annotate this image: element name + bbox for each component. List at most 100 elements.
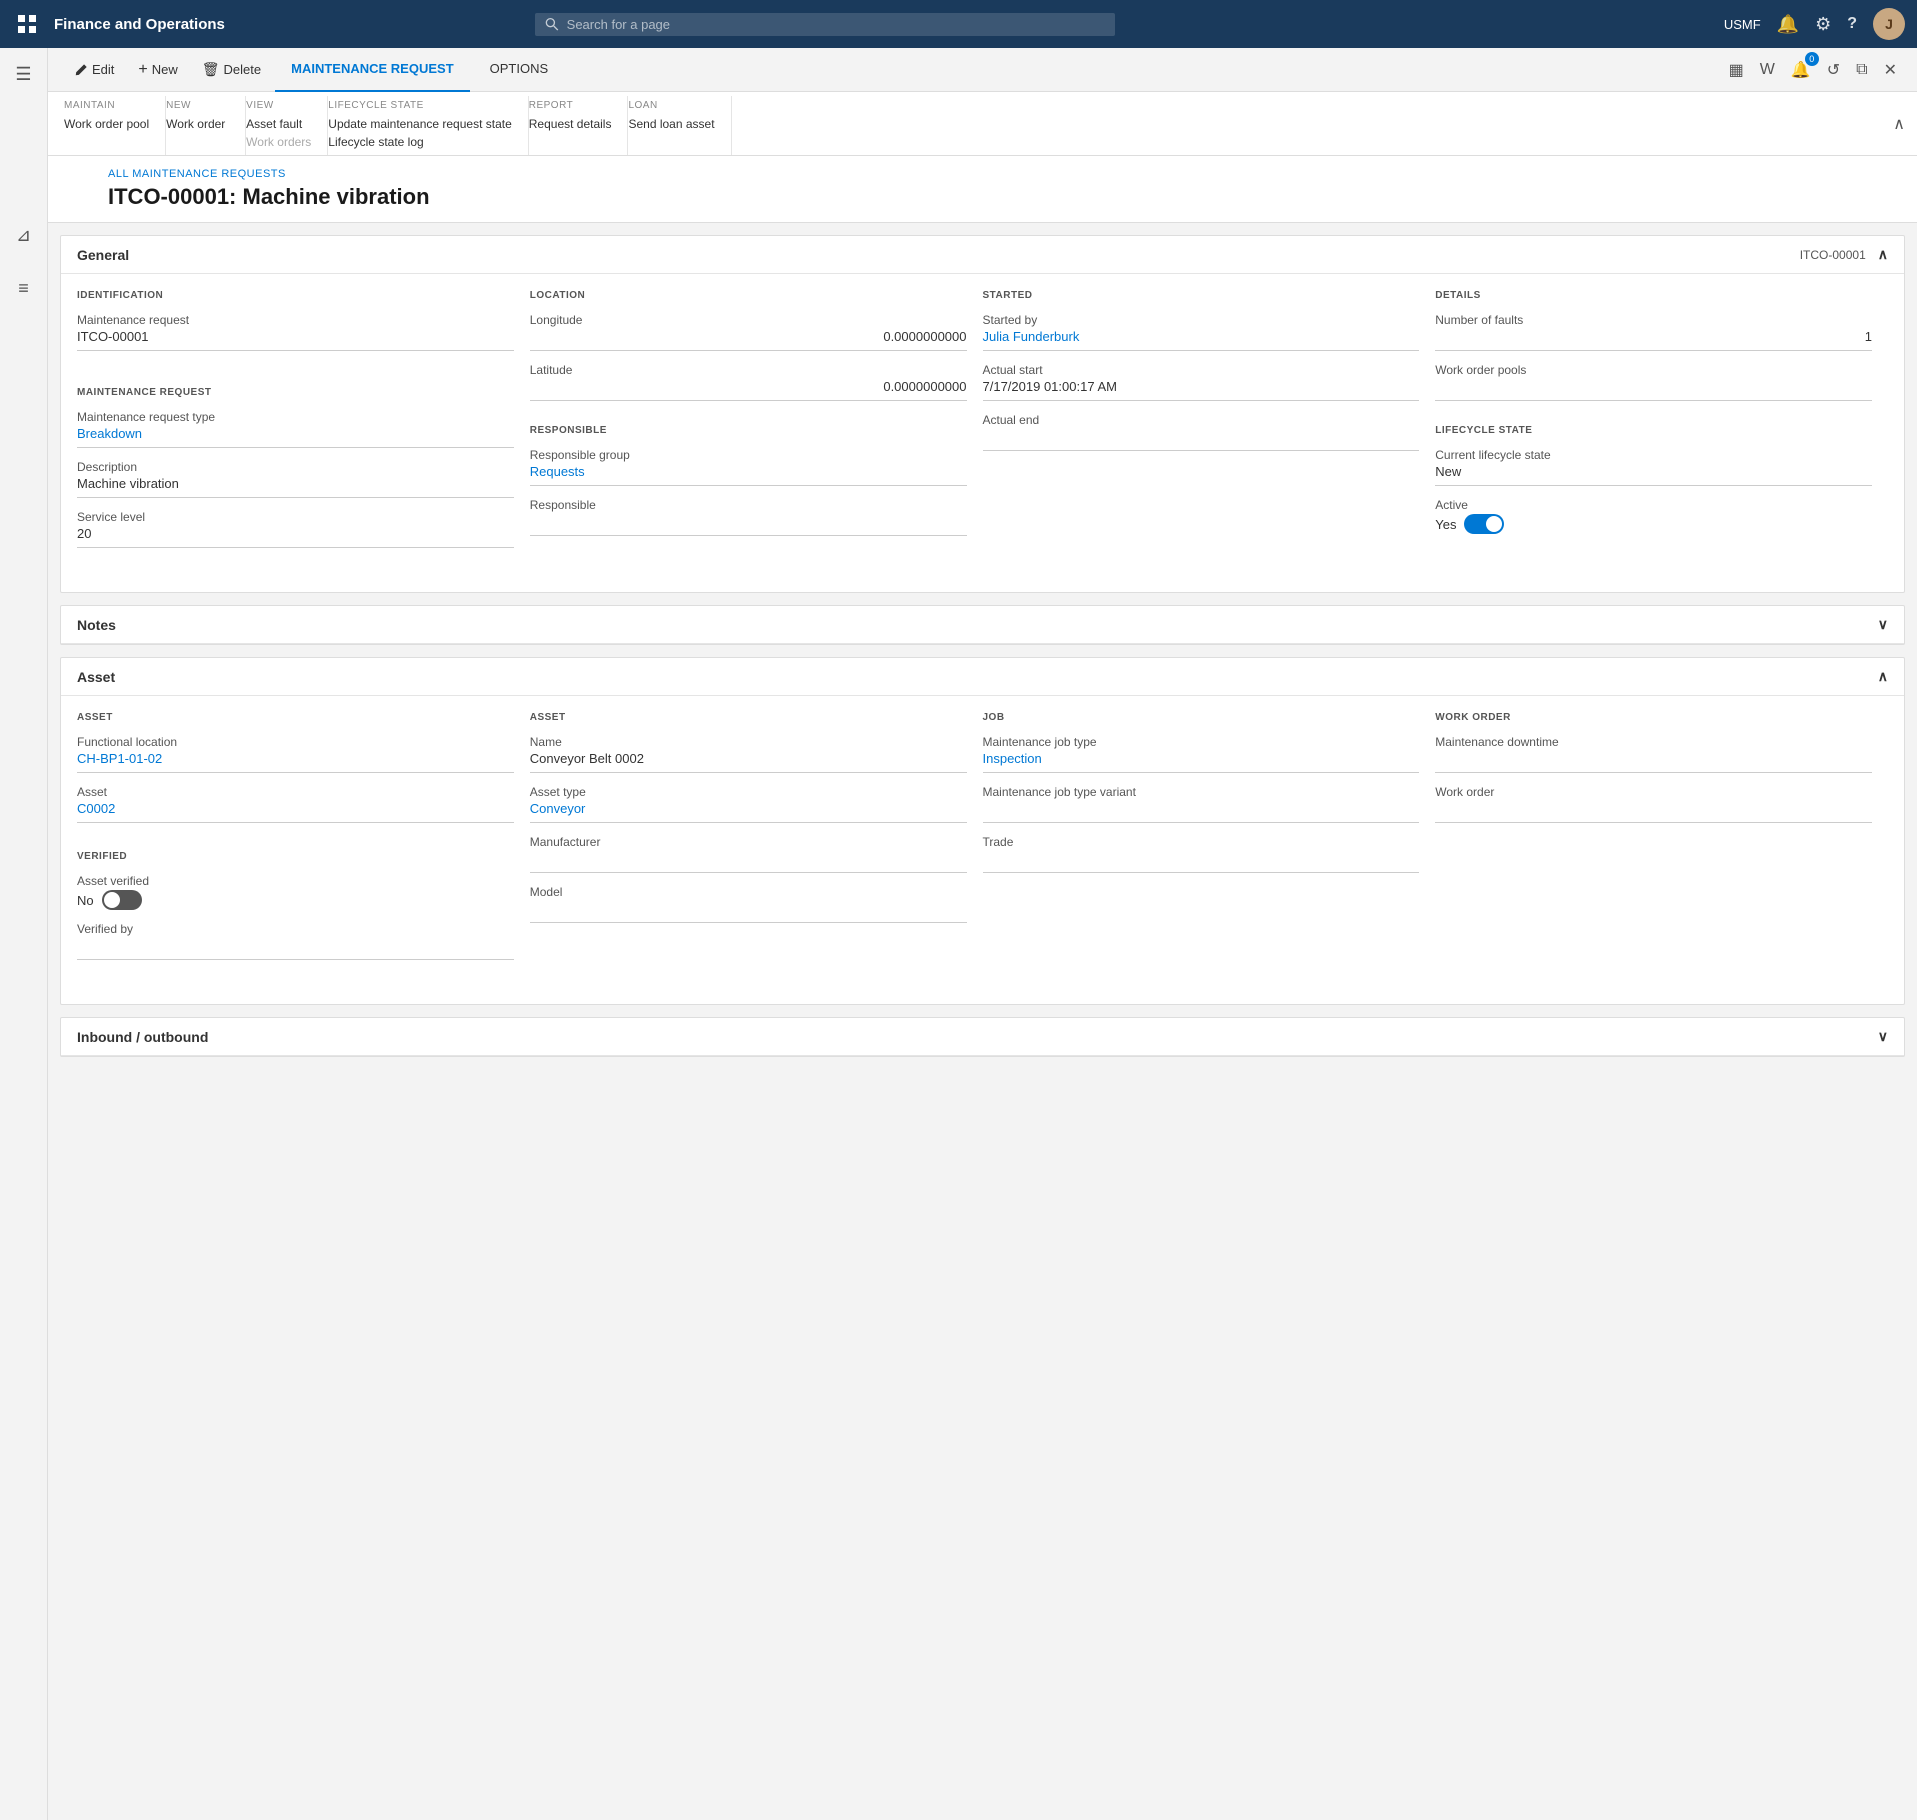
notes-section-label: Notes bbox=[77, 617, 116, 633]
model-value bbox=[530, 901, 967, 923]
responsible-group-field: Responsible group Requests bbox=[530, 448, 967, 486]
ribbon-report-label: REPORT bbox=[529, 100, 612, 111]
ribbon-group-lifecycle: LIFECYCLE STATE Update maintenance reque… bbox=[328, 96, 528, 155]
office-icon-btn[interactable]: W bbox=[1756, 57, 1779, 83]
ribbon-new-label: NEW bbox=[166, 100, 229, 111]
settings-icon[interactable]: ⚙ bbox=[1815, 14, 1831, 35]
responsible-label: Responsible bbox=[530, 498, 967, 512]
edit-button[interactable]: Edit bbox=[64, 56, 124, 83]
tab-maintenance-request[interactable]: MAINTENANCE REQUEST bbox=[275, 48, 470, 92]
ribbon-work-order[interactable]: Work order bbox=[166, 115, 229, 133]
notification-badge-btn[interactable]: 🔔 0 bbox=[1787, 56, 1815, 84]
ribbon-send-loan[interactable]: Send loan asset bbox=[628, 115, 714, 133]
asset-fields-row: ASSET Functional location CH-BP1-01-02 A… bbox=[77, 712, 1888, 988]
views-icon-btn[interactable]: ▦ bbox=[1725, 56, 1748, 84]
asset-id-value[interactable]: C0002 bbox=[77, 801, 514, 823]
notes-section: Notes ∨ bbox=[60, 605, 1905, 645]
actual-end-field: Actual end bbox=[983, 413, 1420, 451]
functional-location-field: Functional location CH-BP1-01-02 bbox=[77, 735, 514, 773]
service-level-value: 20 bbox=[77, 526, 514, 548]
toolbar: Edit + New 🗑 Delete MAINTENANCE REQUEST … bbox=[48, 48, 1917, 92]
num-faults-value: 1 bbox=[1435, 329, 1872, 351]
responsible-group-label: RESPONSIBLE bbox=[530, 425, 967, 436]
main-content: Edit + New 🗑 Delete MAINTENANCE REQUEST … bbox=[48, 48, 1917, 1057]
started-by-field: Started by Julia Funderburk bbox=[983, 313, 1420, 351]
notes-section-header[interactable]: Notes ∨ bbox=[61, 606, 1904, 644]
maintenance-request-tab-label: MAINTENANCE REQUEST bbox=[291, 61, 454, 76]
refresh-btn[interactable]: ↺ bbox=[1823, 56, 1844, 84]
sidebar-menu-icon[interactable]: ☰ bbox=[7, 56, 39, 93]
ribbon-group-loan: LOAN Send loan asset bbox=[628, 96, 731, 155]
breadcrumb[interactable]: ALL MAINTENANCE REQUESTS bbox=[108, 168, 1857, 180]
sidebar-filter-icon[interactable]: ⊿ bbox=[8, 217, 39, 254]
longitude-label: Longitude bbox=[530, 313, 967, 327]
close-btn[interactable]: ✕ bbox=[1880, 56, 1901, 84]
inbound-section-header[interactable]: Inbound / outbound ∨ bbox=[61, 1018, 1904, 1056]
help-icon[interactable]: ? bbox=[1847, 15, 1857, 33]
inbound-section-label: Inbound / outbound bbox=[77, 1029, 208, 1045]
top-nav-bar: Finance and Operations USMF 🔔 ⚙ ? J bbox=[0, 0, 1917, 48]
new-button[interactable]: + New bbox=[128, 56, 187, 84]
asset-type-label: Asset type bbox=[530, 785, 967, 799]
work-order-label: Work order bbox=[1435, 785, 1872, 799]
asset-section-header[interactable]: Asset ∧ bbox=[61, 658, 1904, 696]
page-title: ITCO-00001: Machine vibration bbox=[108, 184, 1857, 210]
model-label: Model bbox=[530, 885, 967, 899]
job-group-label: JOB bbox=[983, 712, 1420, 723]
ribbon-loan-label: LOAN bbox=[628, 100, 714, 111]
description-field: Description Machine vibration bbox=[77, 460, 514, 498]
ribbon-request-details[interactable]: Request details bbox=[529, 115, 612, 133]
general-section-header[interactable]: General ITCO-00001 ∧ bbox=[61, 236, 1904, 274]
delete-button[interactable]: 🗑 Delete bbox=[192, 55, 271, 84]
app-grid-icon[interactable] bbox=[12, 9, 42, 39]
actual-start-value: 7/17/2019 01:00:17 AM bbox=[983, 379, 1420, 401]
functional-location-label: Functional location bbox=[77, 735, 514, 749]
location-label: LOCATION bbox=[530, 290, 967, 301]
ribbon-view-label: VIEW bbox=[246, 100, 311, 111]
longitude-field: Longitude 0.0000000000 bbox=[530, 313, 967, 351]
asset-left-label: ASSET bbox=[77, 712, 514, 723]
search-bar[interactable] bbox=[535, 13, 1115, 36]
asset-type-value[interactable]: Conveyor bbox=[530, 801, 967, 823]
asset-verified-label: Asset verified bbox=[77, 874, 514, 888]
ribbon-work-orders[interactable]: Work orders bbox=[246, 133, 311, 151]
ribbon-asset-fault[interactable]: Asset fault bbox=[246, 115, 311, 133]
options-tab-label: OPTIONS bbox=[490, 61, 549, 76]
asset-verified-toggle[interactable] bbox=[102, 890, 142, 910]
actual-start-field: Actual start 7/17/2019 01:00:17 AM bbox=[983, 363, 1420, 401]
maintenance-job-type-field: Maintenance job type Inspection bbox=[983, 735, 1420, 773]
work-order-pools-field: Work order pools bbox=[1435, 363, 1872, 401]
request-type-value[interactable]: Breakdown bbox=[77, 426, 514, 448]
maintenance-job-type-value[interactable]: Inspection bbox=[983, 751, 1420, 773]
search-input[interactable] bbox=[567, 17, 1106, 32]
manufacturer-label: Manufacturer bbox=[530, 835, 967, 849]
active-toggle-text: Yes bbox=[1435, 517, 1456, 532]
manufacturer-value bbox=[530, 851, 967, 873]
notifications-icon[interactable]: 🔔 bbox=[1777, 14, 1799, 35]
ribbon-group-view: VIEW Asset fault Work orders bbox=[246, 96, 328, 155]
started-by-value[interactable]: Julia Funderburk bbox=[983, 329, 1420, 351]
maintenance-downtime-field: Maintenance downtime bbox=[1435, 735, 1872, 773]
general-section-label: General bbox=[77, 247, 129, 263]
avatar[interactable]: J bbox=[1873, 8, 1905, 40]
asset-verified-toggle-container: No bbox=[77, 890, 514, 910]
responsible-group-value[interactable]: Requests bbox=[530, 464, 967, 486]
maintenance-request-value: ITCO-00001 bbox=[77, 329, 514, 351]
ribbon-lifecycle-log[interactable]: Lifecycle state log bbox=[328, 133, 511, 151]
sidebar-list-icon[interactable]: ≡ bbox=[10, 270, 37, 307]
ribbon-work-order-pool[interactable]: Work order pool bbox=[64, 115, 149, 133]
tab-options[interactable]: OPTIONS bbox=[474, 48, 565, 92]
work-order-pools-value bbox=[1435, 379, 1872, 401]
ribbon-collapse-btn[interactable]: ∧ bbox=[1893, 114, 1905, 134]
popout-btn[interactable]: ⧉ bbox=[1852, 57, 1871, 83]
toolbar-right: ▦ W 🔔 0 ↺ ⧉ ✕ bbox=[1725, 56, 1901, 84]
work-order-pools-label: Work order pools bbox=[1435, 363, 1872, 377]
work-order-field: Work order bbox=[1435, 785, 1872, 823]
ribbon-update-state[interactable]: Update maintenance request state bbox=[328, 115, 511, 133]
job-group: JOB Maintenance job type Inspection Main… bbox=[983, 712, 1436, 988]
active-toggle[interactable] bbox=[1464, 514, 1504, 534]
latitude-field: Latitude 0.0000000000 bbox=[530, 363, 967, 401]
started-label: STARTED bbox=[983, 290, 1420, 301]
functional-location-value[interactable]: CH-BP1-01-02 bbox=[77, 751, 514, 773]
ribbon-maintain-label: MAINTAIN bbox=[64, 100, 149, 111]
